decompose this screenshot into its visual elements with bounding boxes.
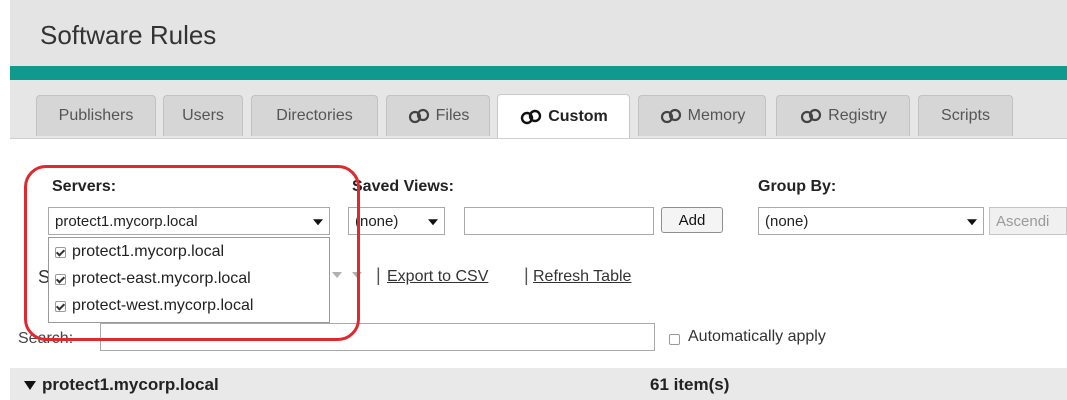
- tab-label: Custom: [548, 107, 608, 125]
- page-title: Software Rules: [40, 20, 217, 50]
- tab-label: Users: [182, 107, 224, 124]
- collapse-triangle-icon[interactable]: [24, 381, 36, 390]
- export-csv-link[interactable]: Export to CSV: [387, 268, 488, 286]
- group-by-select[interactable]: (none): [758, 207, 984, 235]
- link-icon: [408, 108, 429, 124]
- add-view-button[interactable]: Add: [661, 207, 723, 233]
- sort-order-selected: Ascendi: [996, 212, 1050, 230]
- tab-label: Scripts: [941, 107, 990, 124]
- saved-views-select[interactable]: (none): [348, 207, 445, 235]
- tab-scripts[interactable]: Scripts: [918, 95, 1013, 136]
- link-icon: [521, 109, 542, 124]
- tab-memory[interactable]: Memory: [638, 95, 766, 136]
- chevron-down-icon[interactable]: [428, 219, 438, 226]
- tab-users[interactable]: Users: [163, 95, 243, 136]
- accent-bar: [10, 66, 1067, 80]
- group-count: 61 item(s): [650, 375, 730, 394]
- chevron-down-icon[interactable]: [967, 219, 977, 226]
- tab-label: Memory: [687, 107, 746, 124]
- tab-publishers[interactable]: Publishers: [36, 95, 156, 136]
- sort-order-select[interactable]: Ascendi: [989, 207, 1067, 235]
- group-by-selected: (none): [765, 212, 809, 230]
- saved-view-name-input[interactable]: [464, 207, 654, 235]
- link-icon: [660, 108, 681, 124]
- tab-files[interactable]: Files: [386, 95, 490, 136]
- saved-views-selected: (none): [355, 212, 399, 230]
- auto-apply-checkbox[interactable]: [669, 334, 680, 345]
- tab-custom[interactable]: Custom: [497, 94, 630, 138]
- group-by-label: Group By:: [758, 178, 837, 195]
- tab-label: Directories: [276, 107, 353, 124]
- tab-registry[interactable]: Registry: [776, 95, 910, 136]
- auto-apply-label: Automatically apply: [688, 328, 826, 345]
- tab-divider: [10, 138, 1067, 139]
- link-separator: |: [376, 265, 381, 285]
- tab-directories[interactable]: Directories: [251, 95, 378, 136]
- group-name: protect1.mycorp.local: [42, 375, 219, 394]
- tab-label: Files: [435, 107, 470, 124]
- tab-label: Registry: [828, 107, 887, 124]
- annotation-highlight: [24, 165, 360, 341]
- refresh-table-link[interactable]: Refresh Table: [533, 268, 631, 286]
- saved-views-label: Saved Views:: [352, 178, 454, 195]
- tab-label: Publishers: [58, 107, 134, 124]
- link-separator: |: [524, 265, 529, 285]
- link-icon: [801, 108, 822, 124]
